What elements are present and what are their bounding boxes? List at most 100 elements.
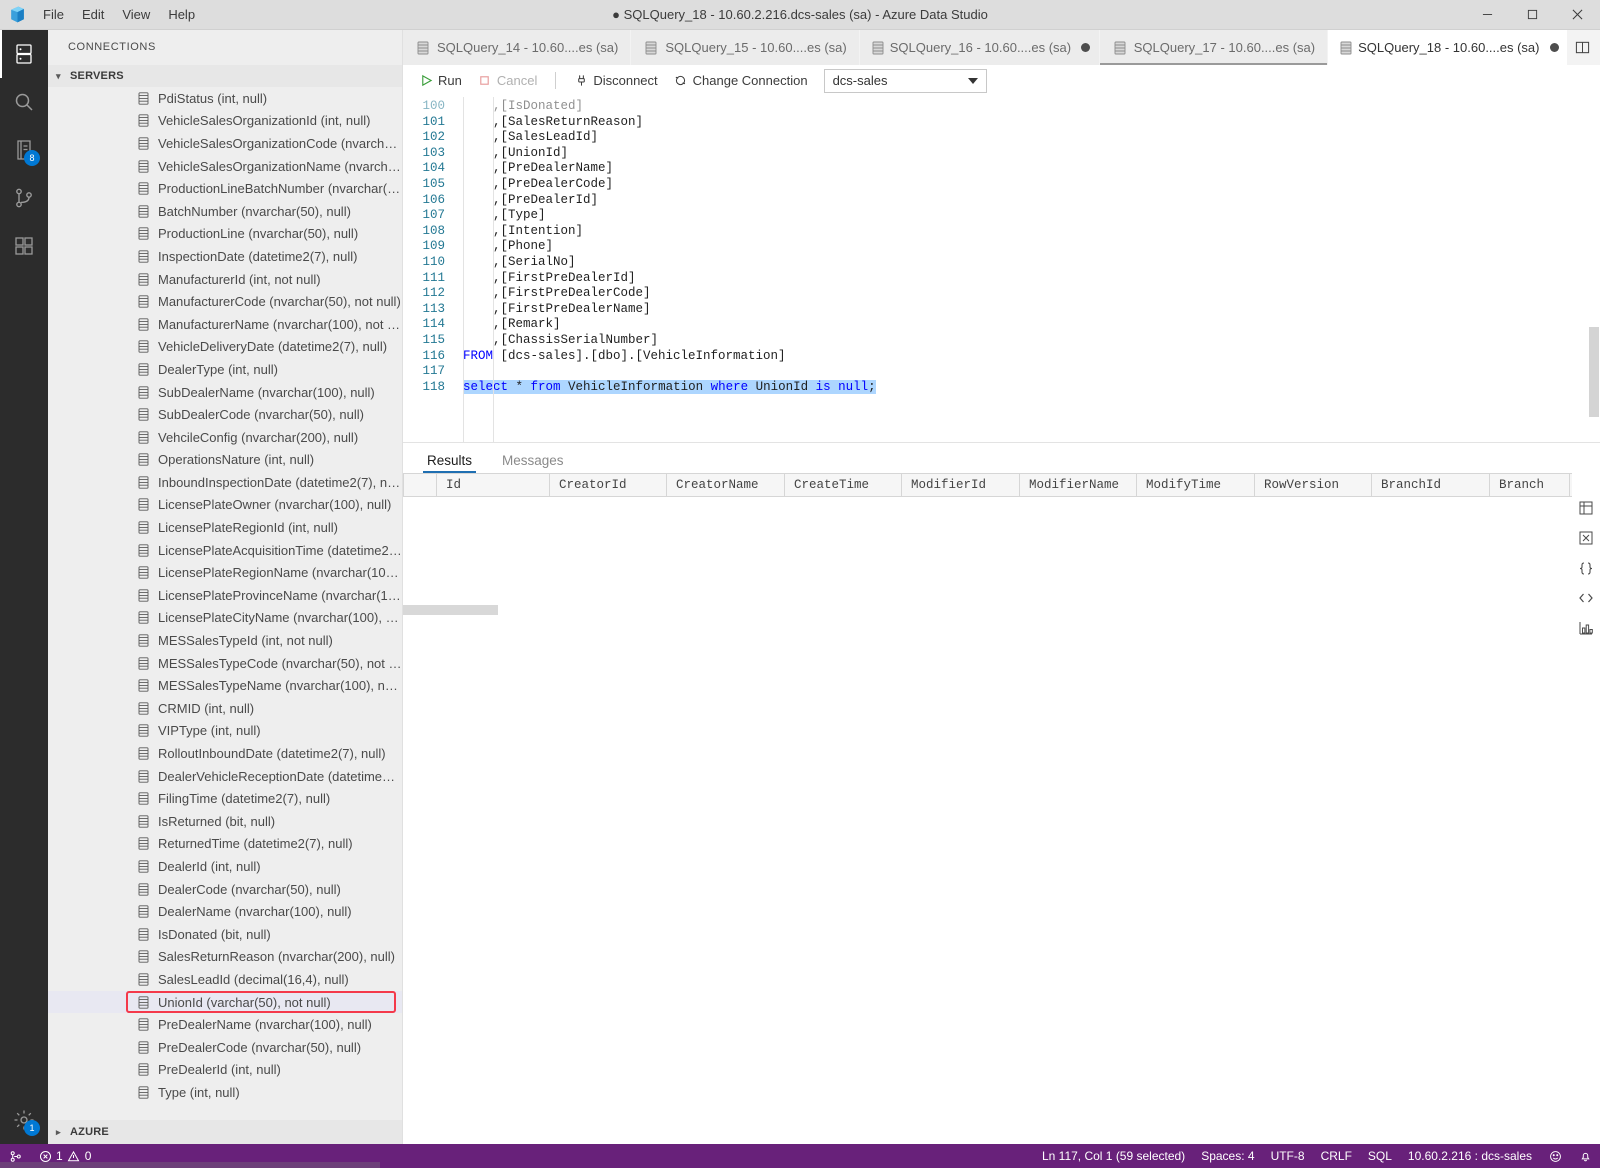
tree-item-column[interactable]: DealerId (int, null) xyxy=(48,855,402,878)
grid-column-header[interactable]: RowVersion xyxy=(1255,474,1372,496)
editor-vertical-scrollbar[interactable] xyxy=(1586,97,1600,442)
grid-column-header[interactable]: Branch xyxy=(1490,474,1570,496)
menu-item-view[interactable]: View xyxy=(113,0,159,30)
encoding-setting[interactable]: UTF-8 xyxy=(1263,1144,1313,1168)
tree-item-column[interactable]: LicensePlateOwner (nvarchar(100), null) xyxy=(48,494,402,517)
maximize-button[interactable] xyxy=(1510,0,1555,30)
tree-item-column[interactable]: SubDealerCode (nvarchar(50), null) xyxy=(48,403,402,426)
tree-item-column[interactable]: RolloutInboundDate (datetime2(7), null) xyxy=(48,742,402,765)
grid-column-header[interactable]: CreateTime xyxy=(785,474,902,496)
disconnect-button[interactable]: Disconnect xyxy=(566,70,665,91)
code-line[interactable]: ,[PreDealerName] xyxy=(455,161,1600,177)
tree-item-column[interactable]: PdiStatus (int, null) xyxy=(48,87,402,110)
minimize-button[interactable] xyxy=(1465,0,1510,30)
sql-code-editor[interactable]: 100 101 102 103 104 105 106 107 108 109 110 111 112 1… xyxy=(403,97,1600,442)
editor-tab[interactable]: SQLQuery_16 - 10.60....es (sa) xyxy=(859,30,1100,65)
tree-item-column[interactable]: OperationsNature (int, null) xyxy=(48,449,402,472)
save-as-xml-icon[interactable] xyxy=(1577,589,1595,607)
cursor-position[interactable]: Ln 117, Col 1 (59 selected) xyxy=(1034,1144,1193,1168)
tree-item-column[interactable]: VehicleDeliveryDate (datetime2(7), null) xyxy=(48,336,402,359)
tree-item-column[interactable]: VehicleSalesOrganizationName (nvarchar(1… xyxy=(48,155,402,178)
code-line[interactable]: ,[Type] xyxy=(455,208,1600,224)
tree-item-column[interactable]: SubDealerName (nvarchar(100), null) xyxy=(48,381,402,404)
language-mode[interactable]: SQL xyxy=(1360,1144,1400,1168)
run-button[interactable]: Run xyxy=(411,70,470,91)
activity-item-servers[interactable] xyxy=(0,30,48,78)
sidebar-section-azure[interactable]: ▸ AZURE xyxy=(48,1120,402,1144)
activity-item-notebooks[interactable]: 8 xyxy=(0,126,48,174)
tree-item-column[interactable]: VehcileConfig (nvarchar(200), null) xyxy=(48,426,402,449)
tree-item-column[interactable]: DealerCode (nvarchar(50), null) xyxy=(48,878,402,901)
grid-column-header[interactable]: CreatorId xyxy=(550,474,667,496)
tree-item-column[interactable]: DealerName (nvarchar(100), null) xyxy=(48,900,402,923)
code-line[interactable]: ,[FirstPreDealerId] xyxy=(455,271,1600,287)
tree-item-column[interactable]: LicensePlateRegionId (int, null) xyxy=(48,516,402,539)
tree-item-column[interactable]: SalesReturnReason (nvarchar(200), null) xyxy=(48,946,402,969)
change-connection-button[interactable]: Change Connection xyxy=(666,70,816,91)
sidebar-section-servers[interactable]: ▾ SERVERS xyxy=(48,65,402,87)
notifications-bell-icon[interactable] xyxy=(1570,1144,1600,1168)
tree-item-column[interactable]: ManufacturerCode (nvarchar(50), not null… xyxy=(48,290,402,313)
tree-item-column[interactable]: MESSalesTypeName (nvarchar(100), not nul… xyxy=(48,674,402,697)
activity-item-manage[interactable]: 1 xyxy=(0,1096,48,1144)
save-as-excel-icon[interactable] xyxy=(1577,529,1595,547)
tree-item-column[interactable]: BatchNumber (nvarchar(50), null) xyxy=(48,200,402,223)
code-line[interactable]: ,[FirstPreDealerName] xyxy=(455,302,1600,318)
save-as-json-icon[interactable] xyxy=(1577,559,1595,577)
menu-item-edit[interactable]: Edit xyxy=(73,0,113,30)
unsaved-changes-dot-icon[interactable] xyxy=(1549,43,1559,52)
tree-item-column[interactable]: FilingTime (datetime2(7), null) xyxy=(48,787,402,810)
unsaved-changes-dot-icon[interactable] xyxy=(1081,43,1091,52)
editor-scroll-thumb[interactable] xyxy=(1589,327,1599,417)
grid-column-header[interactable]: Id xyxy=(437,474,550,496)
tree-item-column[interactable]: PreDealerName (nvarchar(100), null) xyxy=(48,1013,402,1036)
grid-column-header[interactable]: ModifyTime xyxy=(1137,474,1255,496)
chart-view-icon[interactable] xyxy=(1577,619,1595,637)
editor-tab[interactable]: SQLQuery_15 - 10.60....es (sa) xyxy=(631,30,860,65)
editor-tab[interactable]: SQLQuery_14 - 10.60....es (sa) xyxy=(403,30,632,65)
tree-item-column[interactable]: SalesLeadId (decimal(16,4), null) xyxy=(48,968,402,991)
editor-tab[interactable]: SQLQuery_17 - 10.60....es (sa) xyxy=(1099,30,1329,65)
results-scroll-thumb[interactable] xyxy=(403,605,498,615)
tree-item-column[interactable]: ProductionLine (nvarchar(50), null) xyxy=(48,223,402,246)
code-line[interactable]: ,[ChassisSerialNumber] xyxy=(455,333,1600,349)
results-horizontal-scrollbar[interactable] xyxy=(403,605,1572,615)
tree-item-column[interactable]: IsDonated (bit, null) xyxy=(48,923,402,946)
indentation-setting[interactable]: Spaces: 4 xyxy=(1193,1144,1262,1168)
tree-item-column[interactable]: MESSalesTypeCode (nvarchar(50), not null… xyxy=(48,652,402,675)
editor-tab[interactable]: SQLQuery_18 - 10.60....es (sa) xyxy=(1328,30,1569,65)
tree-item-column[interactable]: DealerVehicleReceptionDate (datetime2(7)… xyxy=(48,765,402,788)
code-line[interactable]: ,[SalesReturnReason] xyxy=(455,115,1600,131)
tree-item-column[interactable]: ManufacturerName (nvarchar(100), not nul… xyxy=(48,313,402,336)
tree-item-column[interactable]: LicensePlateRegionName (nvarchar(100), n… xyxy=(48,561,402,584)
eol-setting[interactable]: CRLF xyxy=(1313,1144,1360,1168)
activity-item-extensions[interactable] xyxy=(0,222,48,270)
tree-item-column[interactable]: UnionId (varchar(50), not null) xyxy=(48,990,402,1014)
grid-column-header[interactable]: BranchId xyxy=(1372,474,1490,496)
tree-item-column[interactable]: MESSalesTypeId (int, not null) xyxy=(48,629,402,652)
menu-item-help[interactable]: Help xyxy=(159,0,204,30)
results-grid[interactable]: Id CreatorId CreatorName CreateTime Modifier… xyxy=(403,473,1572,1144)
tree-item-column[interactable]: PreDealerId (int, null) xyxy=(48,1059,402,1082)
code-line[interactable]: ,[PreDealerCode] xyxy=(455,177,1600,193)
code-line[interactable]: ,[Phone] xyxy=(455,239,1600,255)
cancel-button[interactable]: Cancel xyxy=(470,70,545,91)
split-editor-icon[interactable] xyxy=(1568,34,1596,62)
save-as-csv-icon[interactable] xyxy=(1577,499,1595,517)
tree-item-column[interactable]: LicensePlateProvinceName (nvarchar(100),… xyxy=(48,584,402,607)
code-line[interactable]: ,[FirstPreDealerCode] xyxy=(455,286,1600,302)
tree-item-column[interactable]: InboundInspectionDate (datetime2(7), nul… xyxy=(48,471,402,494)
code-content[interactable]: ,[IsDonated] ,[SalesReturnReason] ,[Sale… xyxy=(455,97,1600,442)
code-line[interactable]: select * from VehicleInformation where U… xyxy=(455,379,1600,396)
tree-item-column[interactable]: VehicleSalesOrganizationId (int, null) xyxy=(48,110,402,133)
code-line[interactable]: ,[SalesLeadId] xyxy=(455,130,1600,146)
code-line[interactable] xyxy=(455,364,1600,380)
tree-item-column[interactable]: Type (int, null) xyxy=(48,1081,402,1104)
activity-item-source-control[interactable] xyxy=(0,174,48,222)
code-line[interactable]: ,[Intention] xyxy=(455,224,1600,240)
tree-item-column[interactable]: VehicleSalesOrganizationCode (nvarchar(5… xyxy=(48,132,402,155)
grid-column-header[interactable]: CreatorName xyxy=(667,474,785,496)
tree-item-column[interactable]: PreDealerCode (nvarchar(50), null) xyxy=(48,1036,402,1059)
tree-item-column[interactable]: DealerType (int, null) xyxy=(48,358,402,381)
grid-column-header[interactable]: ModifierName xyxy=(1020,474,1137,496)
